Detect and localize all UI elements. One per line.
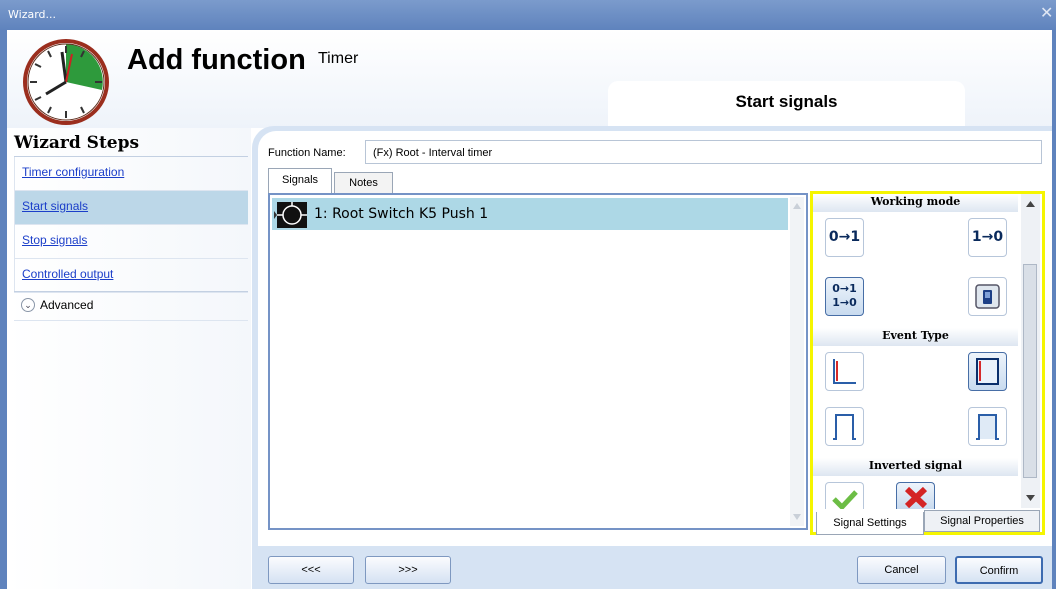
- window-border-right: [1052, 30, 1056, 589]
- tab-signal-properties[interactable]: Signal Properties: [924, 510, 1040, 532]
- close-icon[interactable]: ✕: [1040, 3, 1054, 23]
- working-mode-falling-button[interactable]: 1→0: [968, 218, 1007, 257]
- tab-notes[interactable]: Notes: [334, 172, 393, 193]
- inverted-signal-title: Inverted signal: [813, 458, 1018, 476]
- window-border-left: [0, 30, 7, 589]
- step-controlled-output[interactable]: Controlled output: [14, 259, 248, 293]
- working-mode-both-button[interactable]: 0→1 1→0: [825, 277, 864, 316]
- event-type-title: Event Type: [813, 328, 1018, 346]
- rising-mode-icon: 0→1: [828, 229, 861, 245]
- clock-icon: [23, 39, 109, 125]
- step-timer-configuration[interactable]: Timer configuration: [14, 157, 248, 191]
- inverted-no-button[interactable]: [896, 482, 935, 509]
- tab-signals[interactable]: Signals: [268, 168, 332, 194]
- event-type-edge-selected-button[interactable]: [968, 352, 1007, 391]
- function-name-label: Function Name:: [268, 147, 346, 159]
- wizard-steps-list: Timer configuration Start signals Stop s…: [14, 156, 248, 293]
- scroll-thumb[interactable]: [1023, 264, 1037, 478]
- advanced-label: Advanced: [40, 298, 94, 312]
- function-type: Timer: [318, 50, 359, 67]
- next-button[interactable]: >>>: [365, 556, 451, 584]
- both-edges-mode-icon: 0→1 1→0: [832, 282, 857, 309]
- signal-settings-panel: Working mode 0→1 1→0 0→1 1→0 Event Type: [810, 191, 1045, 535]
- scroll-up-icon[interactable]: [1026, 201, 1035, 207]
- step-stop-signals[interactable]: Stop signals: [14, 225, 248, 259]
- signal-label: 1: Root Switch K5 Push 1: [314, 206, 489, 222]
- signals-list[interactable]: 1: Root Switch K5 Push 1: [268, 193, 808, 530]
- function-name-input[interactable]: (Fx) Root - Interval timer: [365, 140, 1042, 164]
- inverted-yes-button[interactable]: [825, 482, 864, 509]
- pulse-event-blue-icon: [976, 414, 999, 440]
- cancel-button[interactable]: Cancel: [857, 556, 946, 584]
- falling-mode-icon: 1→0: [971, 229, 1004, 245]
- working-mode-switch-button[interactable]: [968, 277, 1007, 316]
- scroll-down-icon[interactable]: [793, 514, 801, 520]
- title-bar: Wizard... ✕: [0, 0, 1056, 30]
- scroll-down-icon[interactable]: [1026, 495, 1035, 501]
- list-scrollbar[interactable]: [790, 197, 804, 526]
- event-type-pulse-button[interactable]: [825, 407, 864, 446]
- edge-event-blue-icon: [976, 358, 999, 385]
- scroll-up-icon[interactable]: [793, 203, 801, 209]
- switch-mode-icon: [975, 284, 1000, 309]
- previous-button[interactable]: <<<: [268, 556, 354, 584]
- advanced-section[interactable]: ⌄ Advanced: [14, 291, 248, 321]
- event-type-edge-button[interactable]: [825, 352, 864, 391]
- tab-signal-settings[interactable]: Signal Settings: [816, 512, 924, 535]
- chevron-down-circle-icon[interactable]: ⌄: [21, 298, 35, 312]
- page-title: Add function: [127, 44, 306, 76]
- cross-icon: [904, 486, 928, 508]
- confirm-button[interactable]: Confirm: [955, 556, 1043, 584]
- current-step-title: Start signals: [608, 81, 965, 126]
- step-start-signals[interactable]: Start signals: [14, 191, 248, 225]
- settings-scrollbar[interactable]: [1021, 194, 1040, 508]
- pulse-event-icon: [833, 414, 856, 440]
- working-mode-rising-button[interactable]: 0→1: [825, 218, 864, 257]
- working-mode-title: Working mode: [813, 194, 1018, 212]
- window-title: Wizard...: [8, 8, 57, 21]
- event-type-pulse-blue-button[interactable]: [968, 407, 1007, 446]
- edge-event-red-icon: [833, 359, 856, 384]
- check-icon: [832, 490, 858, 509]
- wizard-steps-title: Wizard Steps: [14, 133, 140, 153]
- list-item[interactable]: 1: Root Switch K5 Push 1: [272, 198, 788, 230]
- push-button-icon: [274, 202, 307, 228]
- wizard-window: Wizard... ✕ Add function Timer Start sig…: [0, 0, 1056, 589]
